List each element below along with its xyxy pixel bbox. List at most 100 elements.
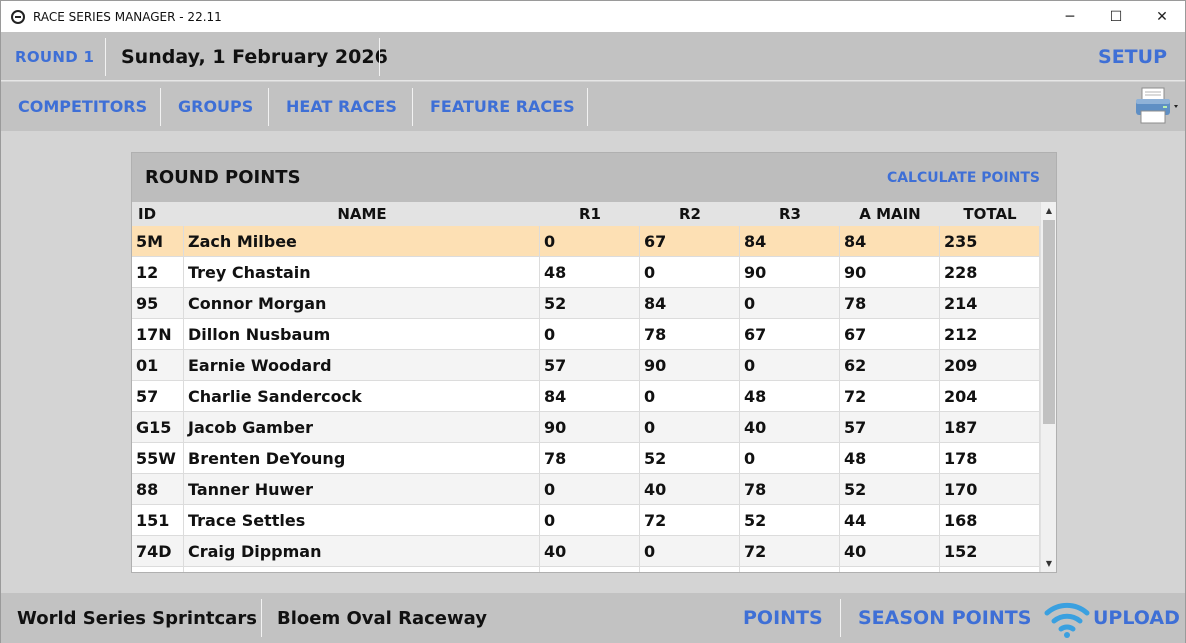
cell-name: Connor Morgan [184,288,540,319]
cell-r3: 78 [740,474,840,505]
table-row[interactable]: 74D Craig Dippman 40 0 72 40 152 [132,536,1040,567]
cell-id: 55W [132,443,184,474]
cell-name: Earnie Woodard [184,350,540,381]
cell-r2: 72 [640,505,740,536]
cell-r3: 67 [740,319,840,350]
cell-r1: 48 [540,257,640,288]
points-button[interactable]: POINTS [743,593,823,643]
cell-r3: 0 [740,443,840,474]
nav-groups[interactable]: GROUPS [178,82,253,131]
cell-r3: 0 [740,350,840,381]
cell-r1: 0 [540,226,640,257]
column-header-a-main[interactable]: A MAIN [840,202,940,226]
cell-r2: 0 [640,381,740,412]
cell-r1: 57 [540,350,640,381]
cell-a-main: 44 [840,505,940,536]
track-name: Bloem Oval Raceway [277,607,487,629]
nav-competitors[interactable]: COMPETITORS [18,82,147,131]
table-row[interactable]: 5M Zach Milbee 0 67 84 84 235 [132,226,1040,257]
cell-r3 [740,567,840,572]
cell-r3: 0 [740,288,840,319]
cell-r3: 52 [740,505,840,536]
cell-r1: 0 [540,474,640,505]
cell-name [184,567,540,572]
column-header-r2[interactable]: R2 [640,202,740,226]
cell-a-main: 52 [840,474,940,505]
scroll-up-arrow-icon[interactable]: ▲ [1041,202,1057,219]
cell-id: 5M [132,226,184,257]
window-title: RACE SERIES MANAGER - 22.11 [33,9,222,24]
cell-total: 214 [940,288,1040,319]
app-logo-icon [11,9,25,24]
cell-r1: 90 [540,412,640,443]
calculate-points-button[interactable]: CALCULATE POINTS [887,153,1040,202]
setup-button[interactable]: SETUP [1098,32,1167,81]
table-row[interactable]: 88 Tanner Huwer 0 40 78 52 170 [132,474,1040,505]
wifi-icon[interactable] [1044,597,1090,639]
table-row[interactable]: 17N Dillon Nusbaum 0 78 67 67 212 [132,319,1040,350]
cell-r2: 52 [640,443,740,474]
column-header-r1[interactable]: R1 [540,202,640,226]
cell-id: 88 [132,474,184,505]
round-points-panel: ROUND POINTS CALCULATE POINTS ID NAME R1… [131,152,1057,573]
table-scrollbar[interactable]: ▲ ▼ [1040,202,1056,572]
cell-r2: 78 [640,319,740,350]
upload-button[interactable]: UPLOAD [1093,593,1180,643]
table-row[interactable]: G15 Jacob Gamber 90 0 40 57 187 [132,412,1040,443]
cell-id: 95 [132,288,184,319]
table-row[interactable]: 151 Trace Settles 0 72 52 44 168 [132,505,1040,536]
column-header-name[interactable]: NAME [184,202,540,226]
cell-name: Dillon Nusbaum [184,319,540,350]
cell-a-main: 48 [840,443,940,474]
close-button[interactable]: ✕ [1139,1,1185,32]
cell-a-main: 57 [840,412,940,443]
nav-feature-races[interactable]: FEATURE RACES [430,82,575,131]
cell-a-main: 84 [840,226,940,257]
points-table: 5M Zach Milbee 0 67 84 84 235 12 Trey Chastain 48… [132,226,1040,572]
cell-id: 57 [132,381,184,412]
cell-total: 170 [940,474,1040,505]
cell-name: Brenten DeYoung [184,443,540,474]
cell-r3: 90 [740,257,840,288]
table-row[interactable]: 57 Charlie Sandercock 84 0 48 72 204 [132,381,1040,412]
cell-r2: 0 [640,412,740,443]
cell-id: 17N [132,319,184,350]
divider [160,88,161,126]
minimize-button[interactable]: ─ [1047,1,1093,32]
table-row[interactable]: 01 Earnie Woodard 57 90 0 62 209 [132,350,1040,381]
cell-r3: 72 [740,536,840,567]
season-points-button[interactable]: SEASON POINTS [858,593,1031,643]
cell-a-main [840,567,940,572]
cell-total: 212 [940,319,1040,350]
cell-id: 74D [132,536,184,567]
table-row[interactable]: 12 Trey Chastain 48 0 90 90 228 [132,257,1040,288]
title-bar: RACE SERIES MANAGER - 22.11 ─ ☐ ✕ [1,1,1185,32]
cell-a-main: 90 [840,257,940,288]
table-row[interactable] [132,567,1040,572]
cell-name: Trace Settles [184,505,540,536]
column-header-total[interactable]: TOTAL [940,202,1040,226]
nav-heat-races[interactable]: HEAT RACES [286,82,397,131]
table-row[interactable]: 95 Connor Morgan 52 84 0 78 214 [132,288,1040,319]
cell-name: Craig Dippman [184,536,540,567]
table-header: ID NAME R1 R2 R3 A MAIN TOTAL [132,202,1040,226]
series-name: World Series Sprintcars [17,607,257,629]
cell-r2: 40 [640,474,740,505]
divider [379,38,380,76]
scroll-down-arrow-icon[interactable]: ▼ [1041,555,1057,572]
cell-id [132,567,184,572]
cell-total: 209 [940,350,1040,381]
table-row[interactable]: 55W Brenten DeYoung 78 52 0 48 178 [132,443,1040,474]
printer-icon[interactable] [1133,86,1179,126]
divider [268,88,269,126]
cell-id: 01 [132,350,184,381]
column-header-r3[interactable]: R3 [740,202,840,226]
cell-name: Trey Chastain [184,257,540,288]
maximize-button[interactable]: ☐ [1093,1,1139,32]
divider [587,88,588,126]
round-selector[interactable]: ROUND 1 [1,32,105,81]
scrollbar-thumb[interactable] [1043,220,1055,424]
divider [412,88,413,126]
cell-total [940,567,1040,572]
column-header-id[interactable]: ID [138,202,156,226]
